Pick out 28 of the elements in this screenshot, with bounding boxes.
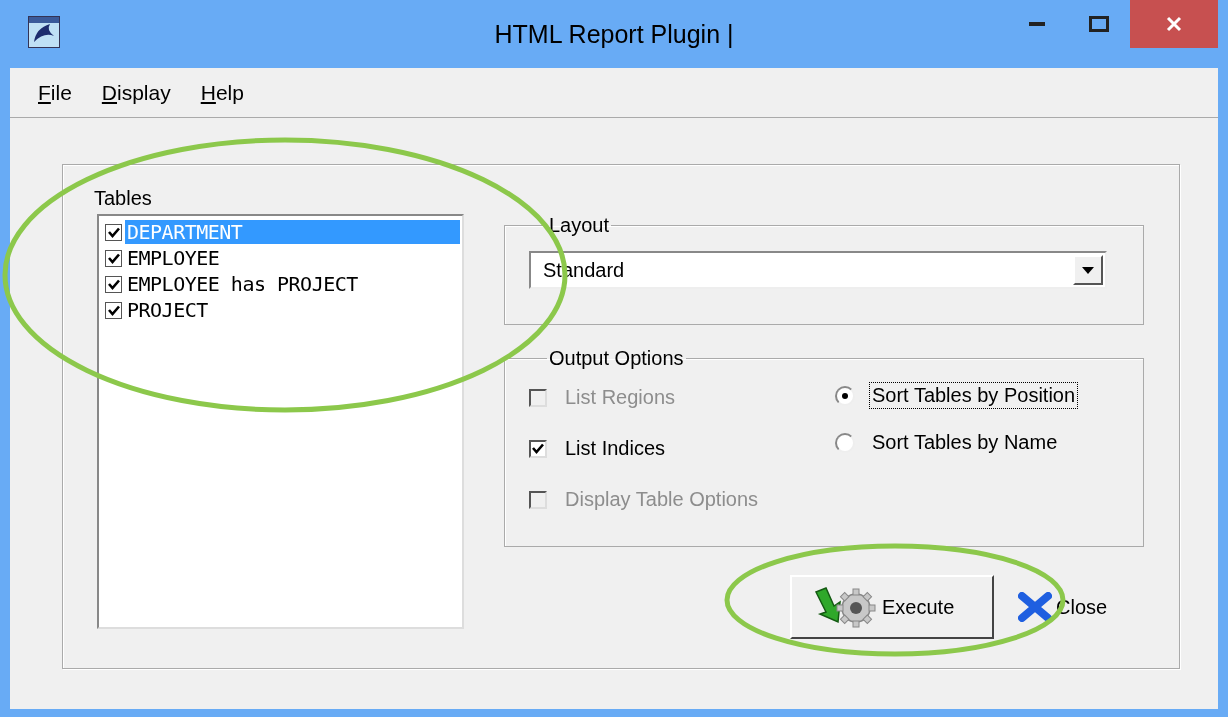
app-icon[interactable] <box>28 16 60 48</box>
checkbox[interactable] <box>105 275 122 293</box>
menu-item[interactable]: Help <box>200 80 244 105</box>
checkbox[interactable] <box>105 301 122 319</box>
radio-button[interactable] <box>835 385 855 406</box>
checkbox[interactable] <box>105 249 122 267</box>
maximize-icon <box>1089 16 1109 32</box>
radio-button[interactable] <box>835 432 855 453</box>
menu-item[interactable]: File <box>38 80 72 105</box>
tables-list[interactable]: DEPARTMENT EMPLOYEE EMPLOYEE has PROJECT PROJECT <box>97 214 464 629</box>
arrow-gear-icon <box>814 584 876 630</box>
table-list-item[interactable]: PROJECT <box>125 298 460 322</box>
layout-label: Layout <box>548 214 611 237</box>
radio-label[interactable]: Sort Tables by Position <box>869 382 1079 409</box>
radio-label[interactable]: Sort Tables by Name <box>869 429 1061 456</box>
checkbox-label[interactable]: List Indices <box>565 437 666 460</box>
table-list-item[interactable]: EMPLOYEE has PROJECT <box>125 272 460 296</box>
checkbox[interactable] <box>105 223 122 241</box>
cross-icon <box>1018 592 1052 622</box>
output-options-label: Output Options <box>548 347 685 370</box>
window-title: HTML Report Plugin | <box>494 20 734 49</box>
table-list-item[interactable]: EMPLOYEE <box>125 246 460 270</box>
menu-item[interactable]: Display <box>101 80 171 105</box>
minimize-icon <box>1029 22 1045 26</box>
close-icon <box>1166 16 1182 32</box>
checkbox[interactable] <box>529 439 547 458</box>
execute-button[interactable]: Execute <box>790 575 994 639</box>
tables-label: Tables <box>94 187 152 210</box>
